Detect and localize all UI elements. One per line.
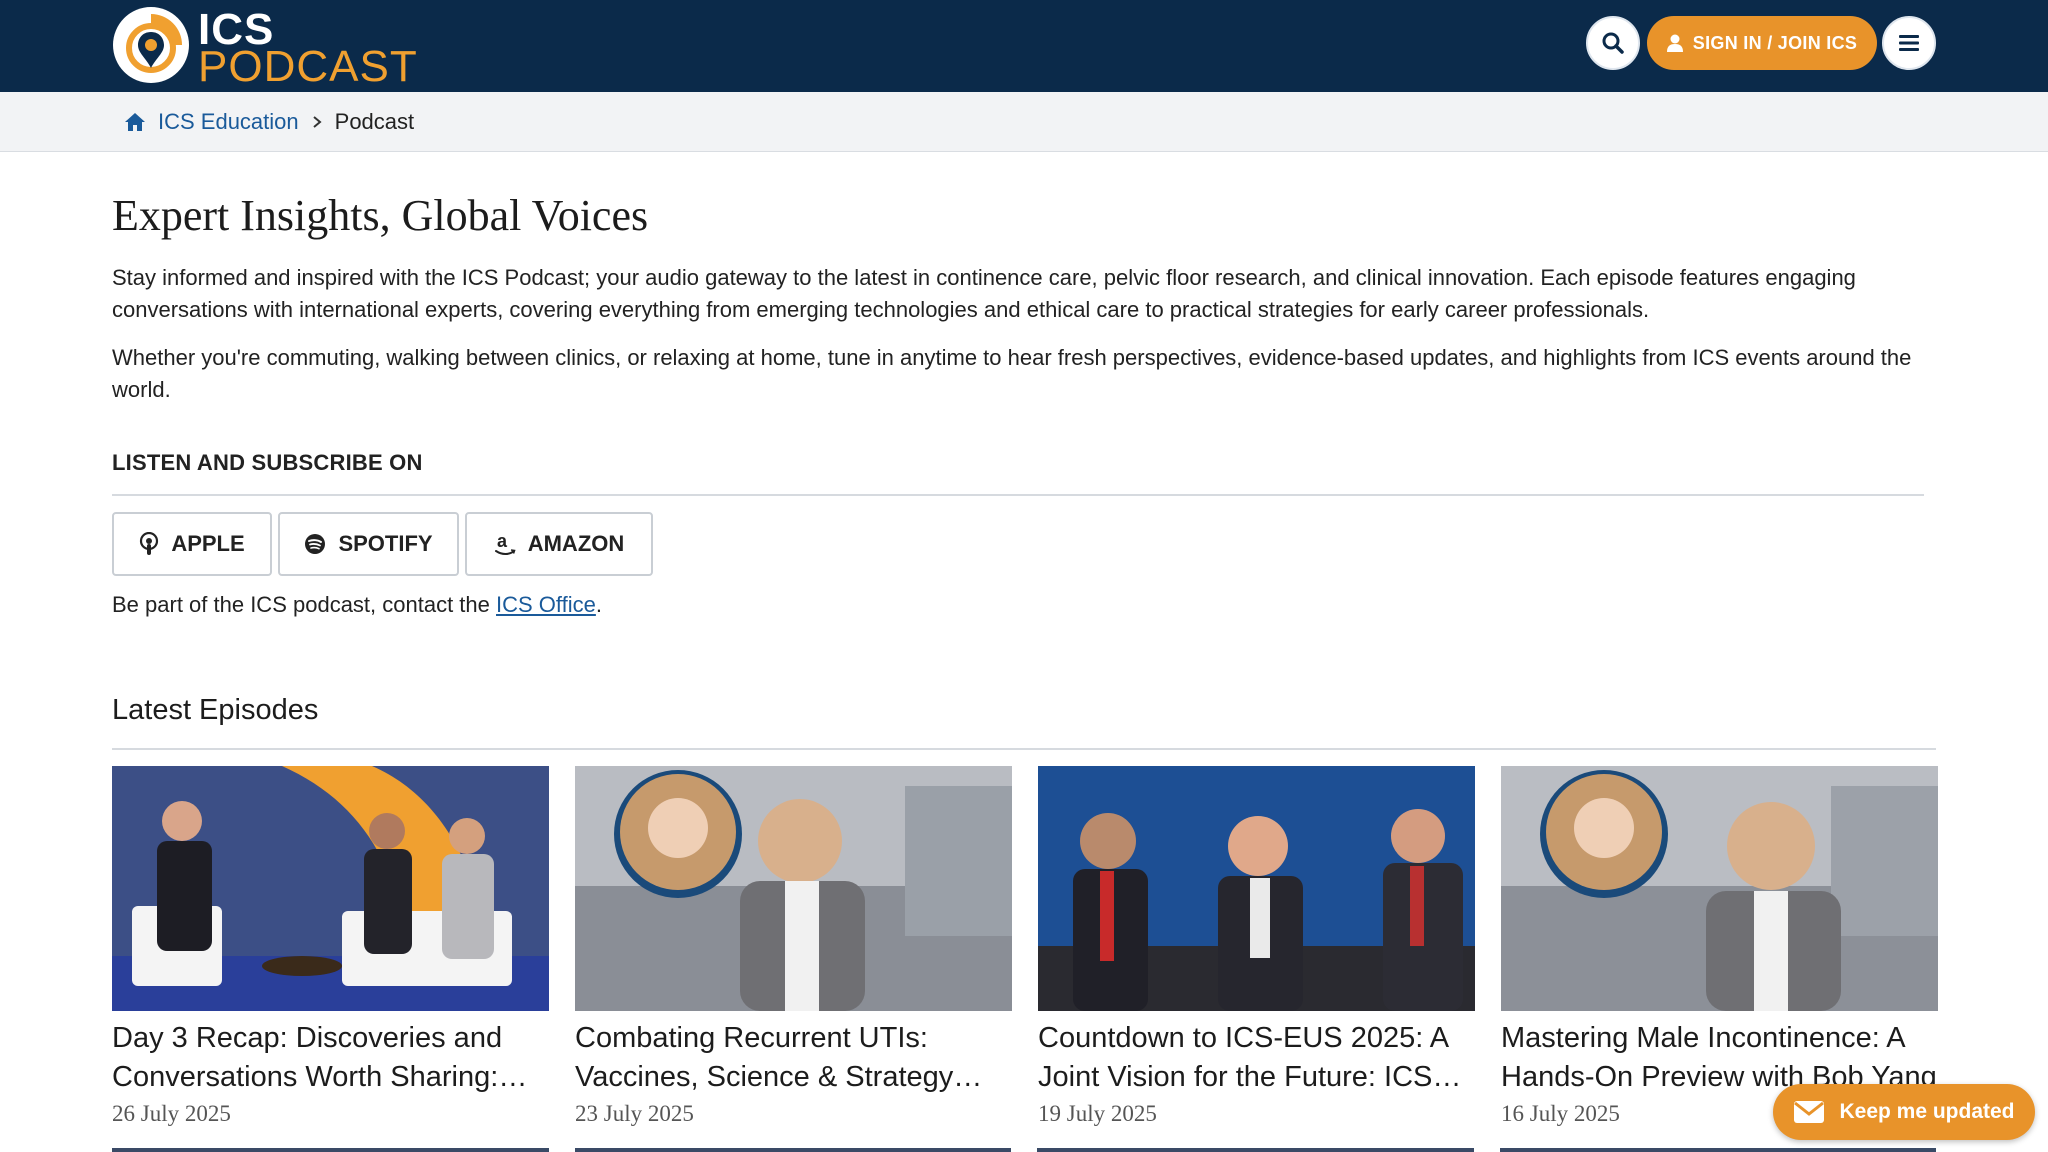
episode-card[interactable]: Mastering Male Incontinence: A Hands-On … [1501,766,1938,1127]
chevron-right-icon [313,116,322,128]
intro-paragraph-1: Stay informed and inspired with the ICS … [112,265,1856,322]
sign-in-join-button[interactable]: SIGN IN / JOIN ICS [1647,16,1877,70]
episode-title[interactable]: Day 3 Recap: Discoveries and Conversatio… [112,1019,549,1097]
envelope-icon [1794,1101,1825,1123]
episode-date: 26 July 2025 [112,1101,231,1126]
episode-card[interactable]: Combating Recurrent UTIs: Vaccines, Scie… [575,766,1012,1127]
episode-thumbnail-partial [1037,1148,1474,1152]
divider [112,748,1936,750]
contact-line: Be part of the ICS podcast, contact the … [112,592,602,618]
amazon-label: AMAZON [527,531,625,556]
search-button[interactable] [1586,16,1640,70]
episodes-grid: Day 3 Recap: Discoveries and Conversatio… [112,766,1938,1127]
svg-text:a: a [497,532,508,551]
spotify-icon [305,534,326,554]
episode-thumbnail[interactable] [575,766,1012,1011]
platform-buttons: APPLE SPOTIFY a AMAZON [112,512,653,576]
amazon-icon: a [494,532,516,555]
podcast-icon [140,532,159,555]
subscribe-heading: LISTEN AND SUBSCRIBE ON [112,450,423,475]
episode-title[interactable]: Combating Recurrent UTIs: Vaccines, Scie… [575,1019,1012,1097]
search-icon [1602,32,1624,54]
episode-thumbnail[interactable] [1501,766,1938,1011]
ics-office-link[interactable]: ICS Office [496,592,596,617]
keep-me-updated-label: Keep me updated [1839,1100,2015,1123]
amazon-music-button[interactable]: a AMAZON [465,512,653,576]
episode-card[interactable]: Countdown to ICS-EUS 2025: A Joint Visio… [1038,766,1475,1127]
episode-thumbnail-partial [1499,1148,1936,1152]
home-icon[interactable] [124,112,146,132]
next-episodes-row [112,1148,1936,1152]
breadcrumb: ICS Education Podcast [124,92,414,152]
episode-title[interactable]: Countdown to ICS-EUS 2025: A Joint Visio… [1038,1019,1475,1097]
spotify-button[interactable]: SPOTIFY [278,512,459,576]
apple-label: APPLE [171,531,245,556]
keep-me-updated-button[interactable]: Keep me updated [1773,1084,2035,1140]
hamburger-menu-icon [1899,35,1919,51]
logo-text-podcast: PODCAST [198,42,418,91]
episode-thumbnail[interactable] [1038,766,1475,1011]
episode-date: 19 July 2025 [1038,1101,1157,1126]
podcast-logo-icon [113,7,189,83]
episode-date: 23 July 2025 [575,1101,694,1126]
intro-paragraph-2: Whether you're commuting, walking betwee… [112,345,1912,402]
divider [112,494,1924,496]
breadcrumb-bar: ICS Education Podcast [0,92,2048,152]
page-title: Expert Insights, Global Voices [112,191,649,240]
breadcrumb-ics-education-link[interactable]: ICS Education [158,109,299,135]
spotify-label: SPOTIFY [338,531,433,556]
episode-card[interactable]: Day 3 Recap: Discoveries and Conversatio… [112,766,549,1127]
intro-text: Stay informed and inspired with the ICS … [112,262,1912,422]
menu-button[interactable] [1882,16,1936,70]
apple-podcasts-button[interactable]: APPLE [112,512,272,576]
episode-thumbnail[interactable] [112,766,549,1011]
latest-episodes-heading: Latest Episodes [112,694,319,726]
breadcrumb-current: Podcast [334,109,415,134]
contact-suffix: . [595,592,602,617]
ics-podcast-logo[interactable]: ICS PODCAST [112,6,417,90]
episode-thumbnail-partial [574,1148,1011,1152]
sign-in-label: SIGN IN / JOIN ICS [1692,32,1858,53]
site-header: ICS PODCAST SIGN IN / JOIN ICS [0,0,2048,92]
contact-prefix: Be part of the ICS podcast, contact the [112,592,497,617]
user-icon [1666,34,1683,52]
episode-thumbnail-partial [112,1148,549,1152]
